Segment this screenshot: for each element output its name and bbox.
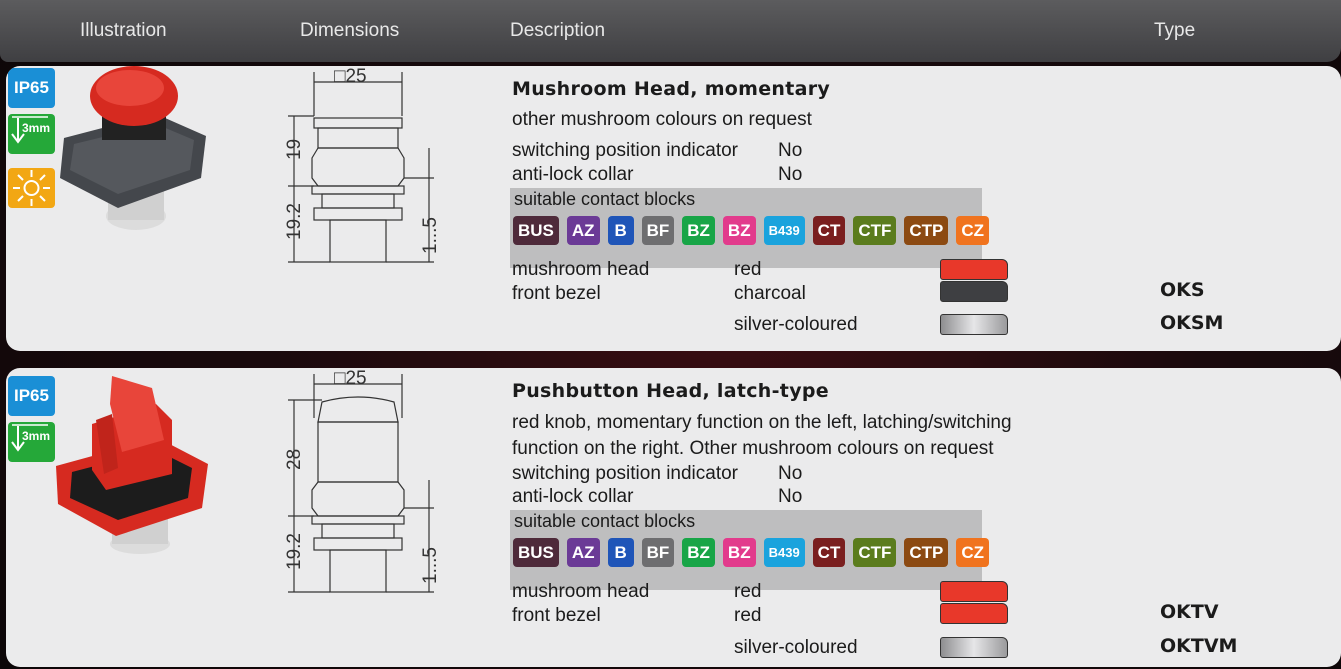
spec-value: charcoal: [734, 283, 806, 304]
product-title: Mushroom Head, momentary: [512, 78, 831, 100]
dim-lower: 19.2: [284, 203, 305, 240]
block-chip-b439: B439: [763, 538, 805, 567]
color-swatch-silver: [940, 314, 1008, 335]
column-illustration: Illustration: [80, 20, 167, 41]
collar-label: anti-lock collar: [512, 164, 634, 185]
block-chip-ctp: CTP: [904, 538, 949, 567]
indicator-value: No: [778, 463, 803, 484]
dimension-drawing: □25 19 19.2 1...5: [284, 68, 441, 263]
type-code: OKS: [1160, 279, 1205, 301]
collar-label: anti-lock collar: [512, 486, 634, 507]
mushroom-head-photo: [60, 66, 206, 230]
collar-value: No: [778, 486, 803, 507]
column-dimensions: Dimensions: [300, 20, 400, 41]
type-code: OKTVM: [1160, 635, 1238, 657]
block-chip-bz: BZ: [722, 216, 756, 245]
block-chip-bf: BF: [641, 538, 675, 567]
dim-width: □25: [334, 370, 367, 389]
travel-3mm-icon: 3mm: [8, 114, 55, 154]
color-swatch-red: [940, 603, 1008, 624]
color-swatch-silver: [940, 637, 1008, 658]
description-line: red knob, momentary function on the left…: [512, 412, 1012, 433]
column-type: Type: [1154, 20, 1196, 41]
dim-upper: 19: [284, 139, 305, 160]
spec-label: front bezel: [512, 605, 601, 626]
ip65-badge: IP65: [8, 376, 55, 416]
column-description: Description: [510, 20, 606, 41]
block-chip-bus: BUS: [513, 216, 559, 245]
travel-label: 3mm: [22, 121, 50, 135]
type-code: OKSM: [1160, 312, 1224, 334]
table-header: Illustration Dimensions Description Type: [0, 0, 1341, 62]
ip65-badge: IP65: [8, 68, 55, 108]
dim-range: 1...5: [420, 217, 441, 254]
block-chip-ctp: CTP: [904, 216, 949, 245]
dim-lower: 19.2: [284, 533, 305, 570]
block-chip-ct: CT: [812, 216, 846, 245]
color-swatch-red: [940, 581, 1008, 602]
dim-range: 1...5: [420, 547, 441, 584]
block-chip-bus: BUS: [513, 538, 559, 567]
spec-value: red: [734, 605, 762, 626]
block-chip-az: AZ: [566, 538, 600, 567]
block-chip-b: B: [607, 216, 634, 245]
color-swatch-red: [940, 259, 1008, 280]
indicator-label: switching position indicator: [512, 463, 739, 484]
block-chip-ct: CT: [812, 538, 846, 567]
collar-value: No: [778, 164, 803, 185]
type-code: OKTV: [1160, 601, 1219, 623]
travel-3mm-icon: 3mm: [8, 422, 55, 462]
indicator-label: switching position indicator: [512, 140, 739, 161]
description-line: function on the right. Other mushroom co…: [512, 438, 994, 459]
block-chip-bz: BZ: [682, 538, 715, 567]
description-line: other mushroom colours on request: [512, 109, 812, 130]
spec-value: silver-coloured: [734, 637, 858, 658]
spec-label: front bezel: [512, 283, 601, 304]
indicator-value: No: [778, 140, 803, 161]
spec-value: silver-coloured: [734, 314, 858, 335]
block-chip-ctf: CTF: [853, 216, 897, 245]
contact-blocks-label: suitable contact blocks: [514, 511, 696, 531]
block-chip-ctf: CTF: [853, 538, 897, 567]
block-chip-az: AZ: [566, 216, 600, 245]
block-chip-b: B: [607, 538, 634, 567]
latch-head-photo: [56, 376, 208, 554]
color-swatch-charcoal: [940, 281, 1008, 302]
product-row-oktv: IP65 3mm □25 28 19.2 1...5 Pushbutton He…: [6, 368, 1341, 667]
dim-width: □25: [334, 68, 367, 87]
spec-label: mushroom head: [512, 581, 650, 602]
contact-blocks-panel: suitable contact blocks BUS AZ B BF BZ B…: [510, 188, 990, 268]
spec-label: mushroom head: [512, 259, 650, 280]
spec-value: red: [734, 581, 762, 602]
contact-blocks-label: suitable contact blocks: [514, 189, 696, 209]
spec-value: red: [734, 259, 762, 280]
dim-upper: 28: [284, 449, 305, 470]
block-chip-b439: B439: [763, 216, 805, 245]
contact-blocks-panel: suitable contact blocks BUS AZ B BF BZ B…: [510, 510, 990, 590]
block-chip-bf: BF: [641, 216, 675, 245]
product-row-oks: IP65 3mm □25 19 19.2 1...5 Mushroom Head…: [6, 66, 1341, 351]
dimension-drawing: □25 28 19.2 1...5: [284, 370, 441, 593]
product-title: Pushbutton Head, latch-type: [512, 380, 829, 402]
block-chip-cz: CZ: [956, 216, 990, 245]
travel-label: 3mm: [22, 429, 50, 443]
block-chip-cz: CZ: [956, 538, 990, 567]
block-chip-bz: BZ: [722, 538, 756, 567]
block-chip-bz: BZ: [682, 216, 715, 245]
illuminated-sun-icon: [8, 168, 55, 208]
